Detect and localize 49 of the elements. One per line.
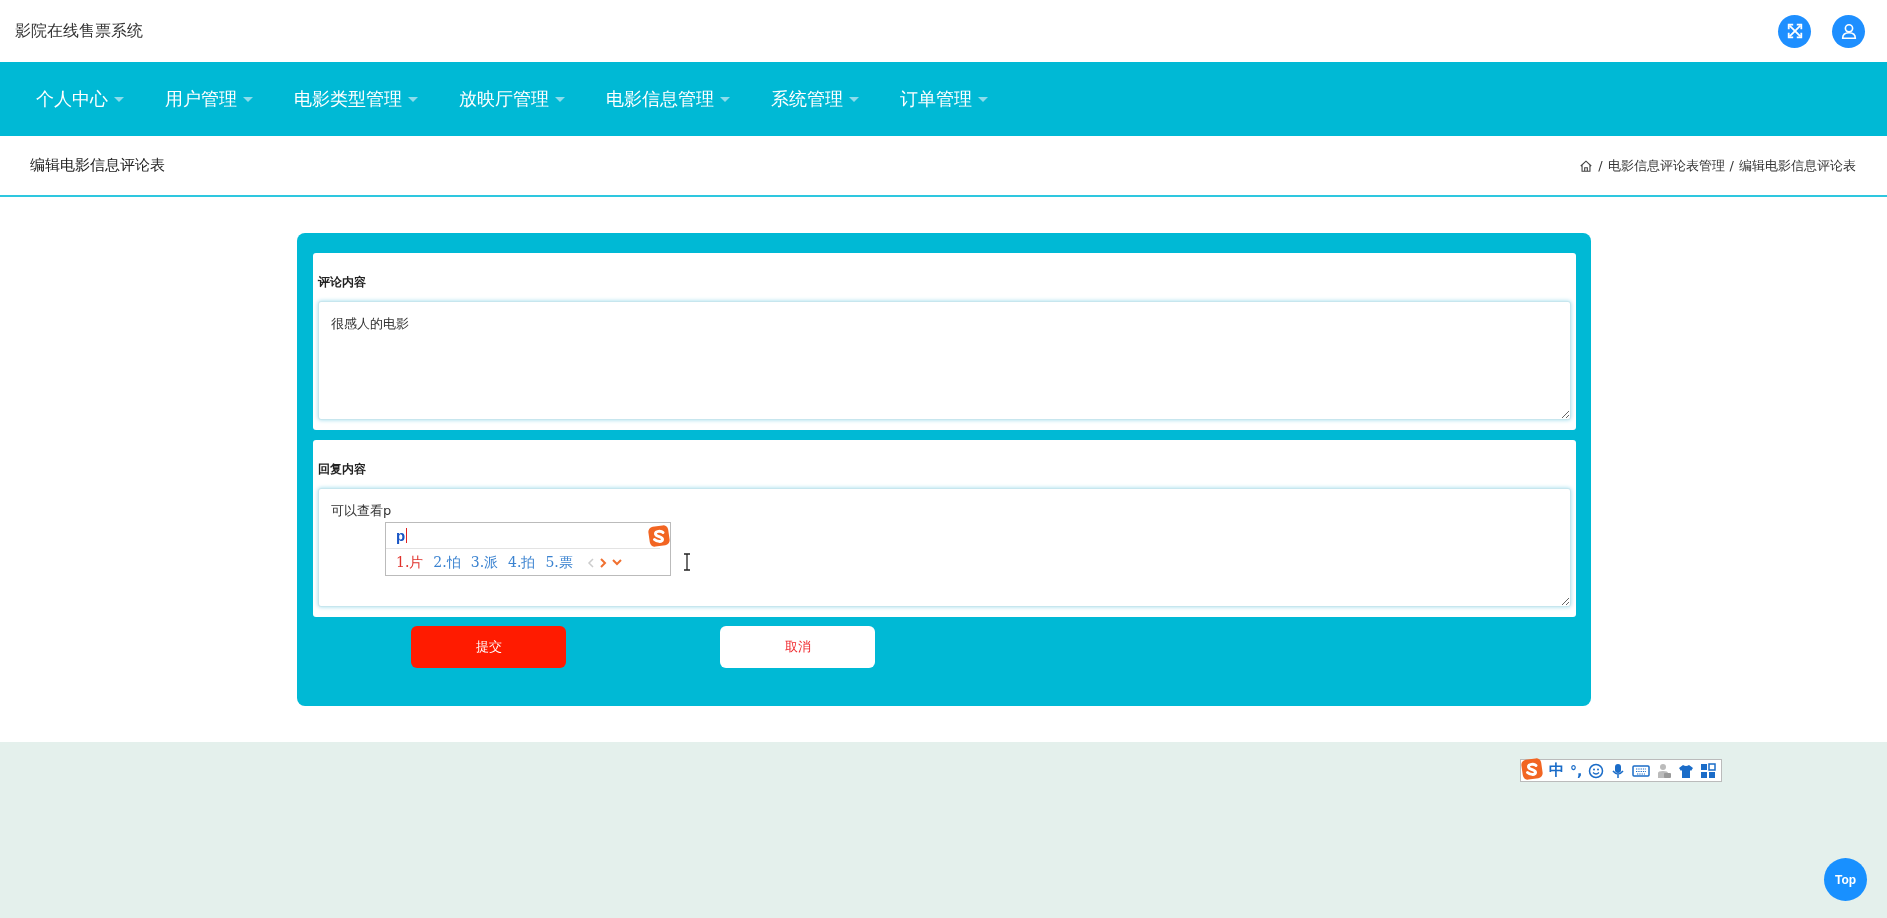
nav-menu-item[interactable]: 系统管理 [771,87,843,111]
caret-icon [114,96,124,102]
breadcrumb-separator: / [1598,158,1603,173]
caret-icon [408,96,418,102]
home-icon[interactable] [1579,158,1594,173]
chevron-right-icon[interactable] [598,556,607,569]
candidate-item[interactable]: 2.怕 [433,553,461,572]
caret-icon [720,96,730,102]
text-cursor-icon [683,553,691,571]
microphone-icon[interactable] [1610,762,1627,779]
breadcrumb-current: 编辑电影信息评论表 [1739,156,1856,175]
cancel-button[interactable]: 取消 [720,626,875,668]
keyboard-icon[interactable] [1632,762,1651,779]
candidate-item[interactable]: 5.票 [545,553,573,572]
grid-icon[interactable] [1700,762,1717,779]
candidate-item[interactable]: 4.拍 [508,553,536,572]
caret-icon [978,96,988,102]
smiley-icon[interactable] [1588,762,1605,779]
app-title: 影院在线售票系统 [15,20,143,42]
expand-icon [1785,22,1804,40]
chevron-down-icon[interactable] [610,556,623,567]
breadcrumb-link[interactable]: 电影信息评论表管理 [1607,156,1725,175]
user-icon [1839,22,1858,40]
shirt-icon[interactable] [1678,762,1695,779]
candidate-item[interactable]: 3.派 [470,553,499,572]
page-title: 编辑电影信息评论表 [30,156,165,175]
nav-menu-item[interactable]: 电影类型管理 [294,87,402,111]
nav-menu-item[interactable]: 个人中心 [36,87,108,111]
composition-text: p [396,527,406,544]
text-caret [406,528,408,543]
candidate-item[interactable]: 1.片 [396,553,424,572]
field-label: 评论内容 [318,274,367,291]
user-button[interactable] [1832,14,1865,48]
breadcrumb-separator: / [1729,158,1734,173]
person-icon[interactable] [1656,762,1673,779]
caret-icon [849,96,859,102]
back-to-top-button[interactable]: Top [1824,858,1867,901]
punctuation-toggle[interactable]: °, [1570,762,1583,779]
field-label: 回复内容 [318,461,367,478]
nav-menu-item[interactable]: 放映厅管理 [459,87,549,111]
nav-menu-item[interactable]: 电影信息管理 [606,87,714,111]
fullscreen-button[interactable] [1778,14,1811,48]
text-area-field[interactable]: 很感人的电影 [318,301,1571,420]
submit-button[interactable]: 提交 [411,626,566,668]
nav-menu-item[interactable]: 订单管理 [900,87,972,111]
caret-icon [243,96,253,102]
caret-icon [555,96,565,102]
nav-menu-item[interactable]: 用户管理 [165,87,237,111]
input-mode-toggle[interactable]: 中 [1549,761,1564,780]
